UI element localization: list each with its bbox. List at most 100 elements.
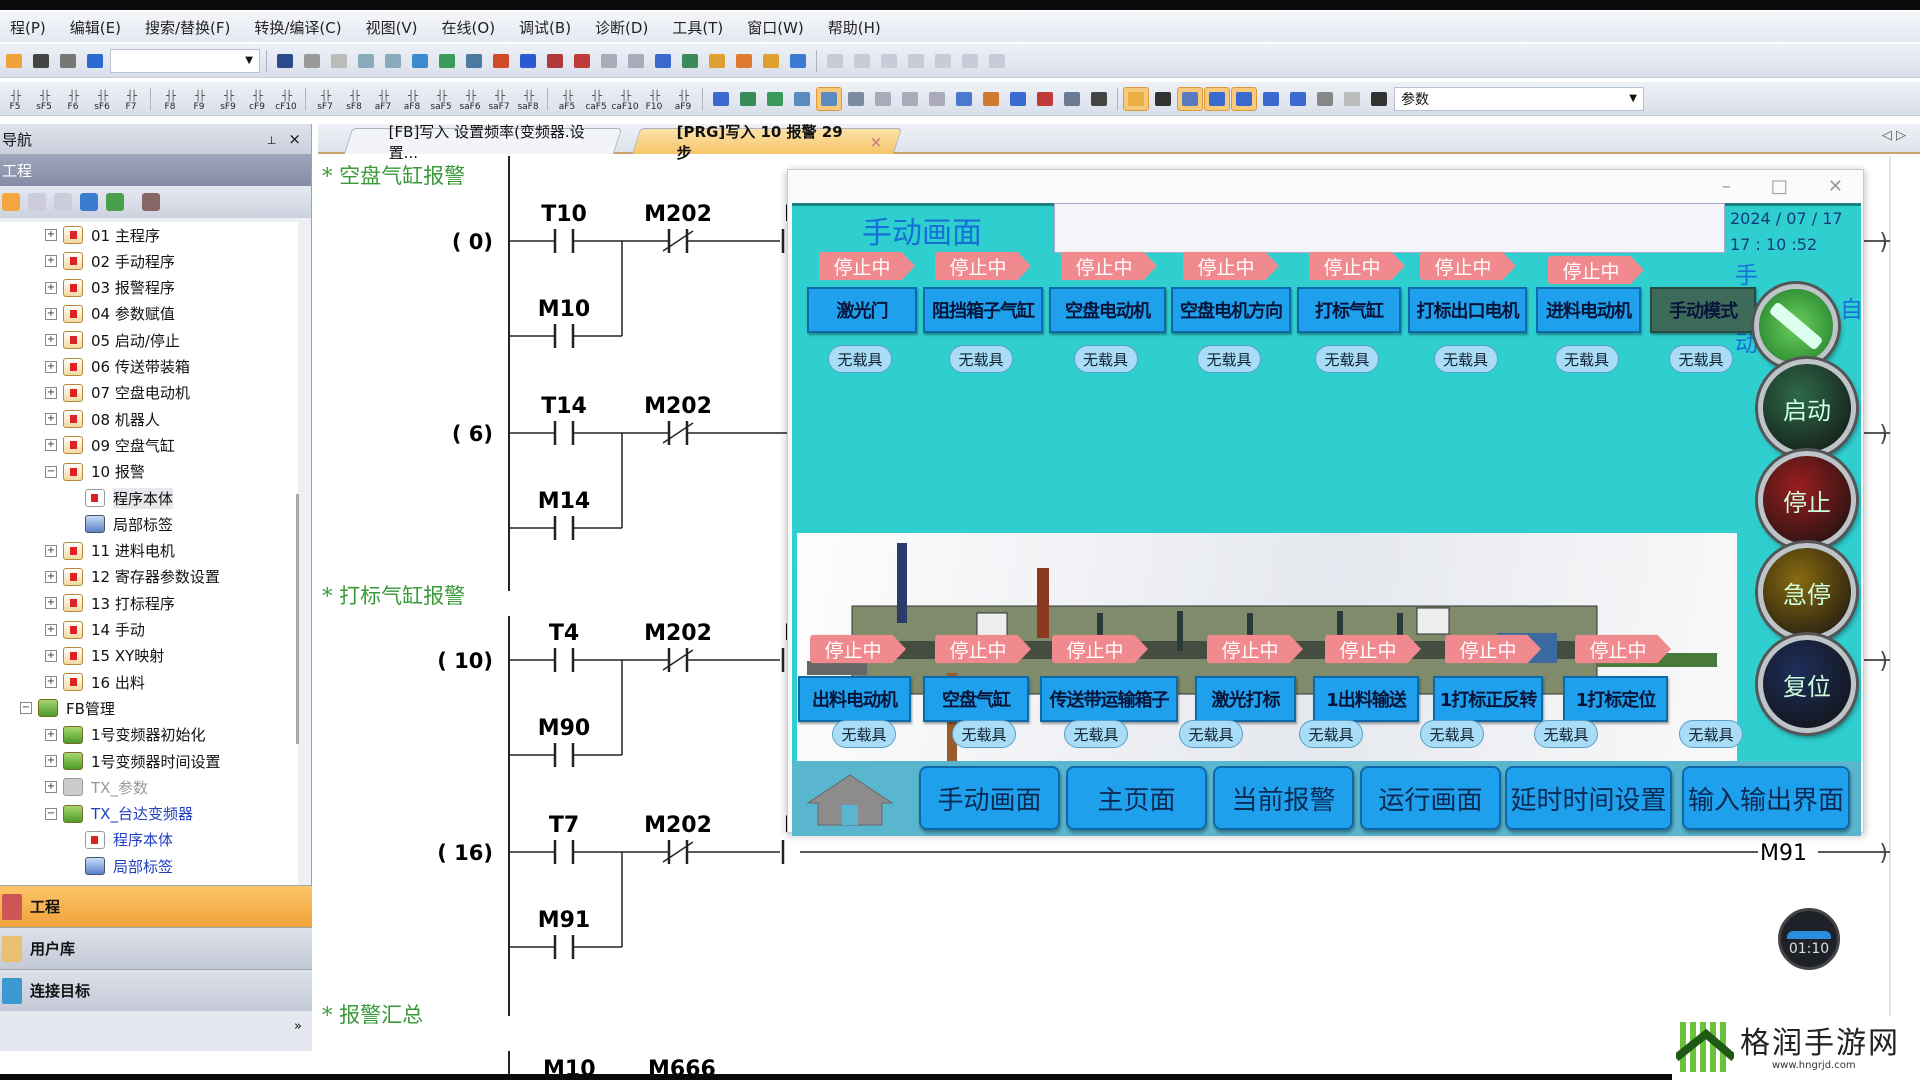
manual-toggle-button[interactable]: 激光打标 (1195, 676, 1296, 722)
ladder-key-caF10[interactable]: caF10 (611, 86, 638, 112)
manual-toggle-button[interactable]: 1打标定位 (1563, 676, 1668, 722)
toolbar-button[interactable] (952, 88, 976, 110)
hmi-nav-button[interactable]: 手动画面 (919, 766, 1060, 830)
device-label[interactable]: M202 (644, 621, 712, 646)
toolbar-button[interactable] (516, 50, 540, 72)
toolbar-button[interactable] (462, 50, 486, 72)
manual-toggle-button[interactable]: 1打标正反转 (1433, 676, 1543, 722)
ladder-key-F5[interactable]: F5 (2, 86, 28, 112)
expand-icon[interactable]: + (45, 413, 57, 426)
ladder-key-sF8[interactable]: sF8 (341, 86, 367, 112)
tree-item[interactable]: +07 空盘电动机 (45, 380, 190, 406)
expand-icon[interactable]: + (45, 649, 57, 662)
round-button-3[interactable]: 复位 (1758, 635, 1856, 733)
menu-item[interactable]: 视图(V) (356, 17, 432, 38)
ladder-key-aF7[interactable]: aF7 (370, 86, 396, 112)
device-label[interactable]: M14 (538, 489, 591, 514)
toolbar-button[interactable] (1286, 88, 1310, 110)
tree-item[interactable]: + TX_参数 (45, 774, 148, 800)
manual-toggle-button[interactable]: 出料电动机 (798, 676, 911, 722)
ladder-key-saF5[interactable]: saF5 (428, 86, 454, 112)
nav-tab-user-library[interactable]: 用户库 (0, 927, 312, 969)
tree-item[interactable]: − FB管理 (20, 695, 115, 721)
ladder-key-F6[interactable]: F6 (60, 86, 86, 112)
toolbar-button[interactable] (624, 50, 648, 72)
tree-item[interactable]: −10 报警 (45, 459, 145, 485)
more-icon[interactable]: » (294, 1019, 302, 1034)
tree-item[interactable]: +09 空盘气缸 (45, 432, 175, 458)
ladder-key-caF5[interactable]: caF5 (583, 86, 609, 112)
tab-scroll-arrows[interactable]: ◁ ▷ (1882, 128, 1906, 143)
manual-toggle-button[interactable]: 空盘气缸 (923, 676, 1029, 722)
toolbar-button[interactable] (1087, 88, 1111, 110)
toolbar-button[interactable] (790, 88, 814, 110)
toolbar-button[interactable] (408, 50, 432, 72)
ladder-key-F7[interactable]: F7 (118, 86, 144, 112)
toolbar-button[interactable] (354, 50, 378, 72)
menu-item[interactable]: 编辑(E) (60, 17, 135, 38)
toolbar-button[interactable] (871, 88, 895, 110)
toolbar-button[interactable] (898, 88, 922, 110)
tree-item[interactable]: 局部标签 (85, 853, 173, 879)
device-label[interactable]: T4 (549, 621, 579, 646)
toolbar-button[interactable] (1259, 88, 1283, 110)
device-label[interactable]: M202 (644, 394, 712, 419)
tab-close-icon[interactable]: × (870, 133, 883, 151)
toolbar-button[interactable] (1006, 88, 1030, 110)
ladder-key-F10[interactable]: F10 (641, 86, 667, 112)
ladder-key-cF10[interactable]: cF10 (273, 86, 299, 112)
toolbar-button[interactable] (381, 50, 405, 72)
expand-icon[interactable]: + (45, 334, 57, 347)
ladder-key-aF5[interactable]: aF5 (554, 86, 580, 112)
toolbar-button[interactable] (850, 50, 874, 72)
toolbar-button[interactable] (1340, 88, 1364, 110)
tree-item[interactable]: +03 报警程序 (45, 275, 175, 301)
menu-item[interactable]: 调试(B) (509, 17, 585, 38)
toolbar-button[interactable] (1367, 88, 1391, 110)
tree-item[interactable]: 局部标签 (85, 511, 173, 537)
tree-item[interactable]: +16 出料 (45, 669, 145, 695)
toolbar-button[interactable] (732, 50, 756, 72)
menu-item[interactable]: 诊断(D) (585, 17, 662, 38)
manual-toggle-button[interactable]: 手动模式 (1650, 287, 1756, 333)
ladder-key-saF8[interactable]: saF8 (515, 86, 541, 112)
ladder-key-sF6[interactable]: sF6 (89, 86, 115, 112)
toolbar-button[interactable] (1204, 86, 1230, 111)
tree-item[interactable]: 程序本体 (85, 827, 173, 853)
hmi-nav-button[interactable]: 主页面 (1066, 766, 1207, 830)
device-label[interactable]: M91 (538, 908, 591, 933)
device-label[interactable]: T7 (549, 813, 579, 838)
toolbar-button[interactable] (786, 50, 810, 72)
menu-item[interactable]: 工具(T) (662, 17, 737, 38)
manual-toggle-button[interactable]: 传送带运输箱子 (1040, 676, 1178, 722)
expand-icon[interactable]: + (45, 307, 57, 320)
toolbar-button[interactable] (489, 50, 513, 72)
toolbar-button[interactable] (597, 50, 621, 72)
tree-item[interactable]: +15 XY映射 (45, 643, 164, 669)
ladder-key-saF7[interactable]: saF7 (486, 86, 512, 112)
manual-toggle-button[interactable]: 空盘电动机 (1049, 287, 1166, 333)
coil-label[interactable]: M91 (1760, 841, 1807, 866)
tab-prg-alarm[interactable]: [PRG]写入 10 报警 29步 × (631, 123, 903, 162)
expand-icon[interactable]: + (45, 255, 57, 268)
toolbar-button[interactable] (736, 88, 760, 110)
minimize-icon[interactable]: – (1722, 176, 1731, 197)
toolbar-button[interactable] (763, 88, 787, 110)
hmi-nav-button[interactable]: 运行画面 (1360, 766, 1501, 830)
pin-icon[interactable]: ⊥ (267, 134, 277, 147)
manual-toggle-button[interactable]: 空盘电机方向 (1171, 287, 1291, 333)
search-combo[interactable]: 参数 ▼ (1394, 86, 1644, 111)
manual-toggle-button[interactable]: 打标气缸 (1297, 287, 1401, 333)
ladder-key-aF8[interactable]: aF8 (399, 86, 425, 112)
ladder-key-saF6[interactable]: saF6 (457, 86, 483, 112)
toolbar-button[interactable] (844, 88, 868, 110)
tree-item[interactable]: +08 机器人 (45, 406, 160, 432)
toolbar-button[interactable] (1123, 86, 1149, 111)
toolbar-button[interactable] (29, 50, 53, 72)
device-label[interactable]: M202 (644, 202, 712, 227)
expand-icon[interactable]: + (45, 755, 57, 767)
tree-item[interactable]: +06 传送带装箱 (45, 354, 190, 380)
hmi-nav-button[interactable]: 当前报警 (1213, 766, 1354, 830)
toolbar-button[interactable] (435, 50, 459, 72)
toolbar-button[interactable] (1177, 86, 1203, 111)
